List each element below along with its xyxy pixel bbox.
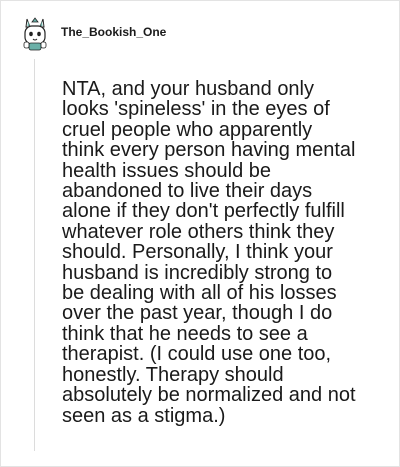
avatar-icon[interactable] — [21, 16, 49, 52]
comment-body: NTA, and your husband only looks 'spinel… — [62, 78, 356, 427]
username[interactable]: The_Bookish_One — [61, 25, 166, 39]
comment-card: The_Bookish_One NTA, and your husband on… — [0, 0, 400, 467]
thread-collapse-line[interactable] — [34, 59, 35, 451]
comment-header: The_Bookish_One — [21, 15, 166, 53]
